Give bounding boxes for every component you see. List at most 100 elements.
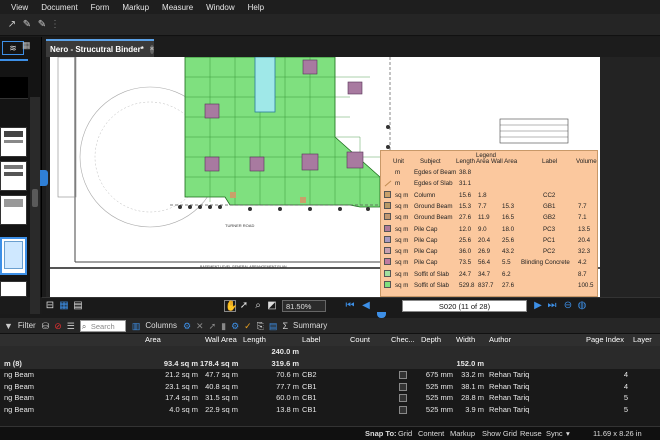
table-row[interactable]: ng Beam 4.0 sq m 22.9 sq m 13.8 m CB1 525 mm 3…	[0, 404, 660, 416]
forward-view-icon[interactable]: ◍	[576, 300, 588, 312]
legend-swatch	[384, 281, 391, 288]
legend-row: sq m Pile Cap 73.5 56.4 5.5 Blinding Concrete…	[381, 258, 599, 269]
page-thumbnail[interactable]	[0, 195, 27, 225]
document-viewer[interactable]: TURNER ROAD BASEMENT LEVEL GENERAL ARRAN…	[46, 57, 660, 297]
toolbar: ↗ ✎ ✎ ⋮ ⋮	[0, 14, 660, 49]
legend-swatch	[384, 269, 391, 277]
road-label: TURNER ROAD	[225, 223, 255, 228]
pan-hand-icon[interactable]: ✋	[224, 300, 237, 312]
snap-markup-toggle[interactable]: Markup	[450, 427, 475, 440]
next-page-icon[interactable]: ▶	[532, 300, 544, 312]
page-size-readout: 11.69 x 8.26 in	[593, 429, 642, 438]
legend-row: sq m Soffit of Slab 24.7 34.7 6.2 8.7	[381, 269, 599, 281]
table-row[interactable]: ng Beam 23.1 sq m 40.8 sq m 77.7 m CB1 525 mm…	[0, 381, 660, 393]
checkmark-checkbox[interactable]	[399, 394, 407, 402]
thumbnail-panel: ≋	[0, 37, 42, 333]
arrow-icon[interactable]: ➚	[209, 320, 217, 332]
page-thumbnail-selected[interactable]	[0, 237, 27, 275]
search-icon: ⌕	[81, 321, 87, 331]
continuous-layout-icon[interactable]: ▤	[72, 300, 84, 312]
export-icon[interactable]: ⎘	[257, 320, 264, 332]
first-page-icon[interactable]: ⏮	[344, 300, 356, 312]
previous-page-icon[interactable]: ◀	[360, 300, 372, 312]
columns-button[interactable]: Columns	[145, 321, 177, 330]
page-thumbnail[interactable]	[0, 161, 27, 191]
document-icon[interactable]: ▤	[269, 320, 278, 332]
page-thumbnail[interactable]	[0, 127, 27, 157]
zoom-icon[interactable]: ⌕	[252, 300, 264, 312]
page-number-field[interactable]: S020 (11 of 28)	[402, 300, 527, 312]
table-row[interactable]: ng Beam 21.2 sq m 47.7 sq m 70.6 m CB2 675 mm…	[0, 369, 660, 381]
search-input[interactable]: ⌕ Search	[79, 319, 126, 332]
legend-table: Legend Unit Subject Length Area Wall Are…	[380, 150, 598, 297]
list-icon[interactable]: ☰	[67, 320, 75, 332]
checkmark-checkbox[interactable]	[399, 371, 407, 379]
settings-gear-icon[interactable]: ⚙	[183, 320, 191, 332]
collapse-panel-tab[interactable]	[40, 170, 48, 186]
checkmark-checkbox[interactable]	[399, 382, 407, 391]
legend-swatch	[384, 190, 391, 198]
table-row[interactable]: ng Beam 17.4 sq m 31.5 sq m 60.0 m CB1 525 mm…	[0, 392, 660, 404]
menu-item-view[interactable]: View	[0, 3, 41, 12]
menu-item-document[interactable]: Document	[41, 3, 90, 12]
group-row[interactable]: m (8) 93.4 sq m 178.4 sq m 319.6 m 152.0…	[0, 357, 660, 369]
close-tab-icon[interactable]: ×	[149, 44, 154, 54]
summary-icon[interactable]: Σ	[282, 320, 288, 332]
select-arrow-icon[interactable]: ➚	[238, 300, 250, 312]
page-layout-icon[interactable]: ▦	[58, 300, 70, 312]
menu-item-markup[interactable]: Markup	[122, 3, 162, 12]
menu-item-help[interactable]: Help	[248, 3, 277, 12]
menu-item-form[interactable]: Form	[91, 3, 123, 12]
document-tab[interactable]: Nero - Strucutral Binder* ×	[46, 39, 154, 57]
table-header-row: Area Wall Area Length Label Count Chec..…	[0, 334, 660, 346]
database-icon[interactable]: ⛁	[42, 320, 50, 332]
legend-row: sq m Soffit of Slab 529.8 837.7 27.6 100.5	[381, 281, 599, 292]
legend-row: m Egdes of Slab 31.1	[381, 179, 599, 190]
total-row[interactable]: 240.0 m	[0, 346, 660, 358]
checkmark-checkbox[interactable]	[399, 405, 407, 414]
thumbnail-scrollbar[interactable]	[30, 97, 40, 333]
zoom-field[interactable]: 81.50%	[282, 300, 326, 312]
sync-chevron-icon[interactable]: ▾	[566, 427, 570, 440]
columns-icon[interactable]: ▥	[132, 320, 141, 332]
snapshot-icon[interactable]: ◩	[266, 300, 278, 312]
plan-caption: BASEMENT LEVEL GENERAL ARRANGEMENT PLAN	[200, 265, 287, 269]
cursor-icon[interactable]: ↗	[6, 19, 18, 31]
delete-icon[interactable]: ✕	[196, 320, 204, 332]
lock-icon[interactable]: ▮	[221, 320, 226, 332]
sync-dropdown[interactable]: Sync	[546, 427, 563, 440]
back-view-icon[interactable]: ⊖	[562, 300, 574, 312]
legend-swatch	[384, 235, 391, 243]
legend-row: sq m Pile Cap 12.0 9.0 18.0 PC3 13.5	[381, 224, 599, 236]
reuse-toggle[interactable]: Reuse	[520, 427, 542, 440]
show-grid-toggle[interactable]: Show Grid	[482, 427, 517, 440]
checkmark-icon[interactable]: ✓	[244, 320, 252, 332]
legend-header-row: Unit Subject Length Area Wall Area Label…	[393, 158, 597, 165]
menu-bar: View Document Form Markup Measure Window Help	[0, 0, 660, 14]
snap-grid-toggle[interactable]: Grid	[398, 427, 412, 440]
status-bar: Snap To: Grid Content Markup Show Grid R…	[0, 426, 660, 440]
filter-icon[interactable]: ▼	[4, 320, 13, 332]
snap-content-toggle[interactable]: Content	[418, 427, 444, 440]
summary-button[interactable]: Summary	[293, 321, 327, 330]
legend-swatch	[384, 224, 391, 232]
options-gear-icon[interactable]: ⚙	[231, 320, 239, 332]
page-thumbnail[interactable]	[0, 281, 27, 297]
thumbnail-blank[interactable]	[0, 77, 28, 99]
legend-row: sq m Pile Cap 36.0 26.9 43.2 PC2 32.3	[381, 247, 599, 258]
legend-line-swatch	[384, 180, 392, 187]
last-page-icon[interactable]: ⏭	[546, 300, 558, 312]
document-tab-title: Nero - Strucutral Binder*	[50, 44, 144, 54]
filter-label[interactable]: Filter	[18, 321, 36, 330]
clear-filter-icon[interactable]: ⊘	[54, 320, 62, 332]
highlighter-icon[interactable]: ✎	[36, 19, 48, 31]
legend-row: sq m Ground Beam 27.6 11.9 16.5 GB2 7.1	[381, 213, 599, 224]
sidebar-toggle-icon[interactable]: ⊟	[44, 300, 56, 312]
menu-item-measure[interactable]: Measure	[162, 3, 206, 12]
layout-icon[interactable]: ▦	[22, 40, 34, 52]
document-tab-bar: ▦ Nero - Strucutral Binder* ×	[22, 37, 660, 57]
pen-icon[interactable]: ✎	[21, 19, 33, 31]
legend-row: sq m Pile Cap 25.6 20.4 25.6 PC1 20.4	[381, 235, 599, 247]
layers-icon[interactable]: ≋	[2, 41, 24, 55]
menu-item-window[interactable]: Window	[206, 3, 247, 12]
